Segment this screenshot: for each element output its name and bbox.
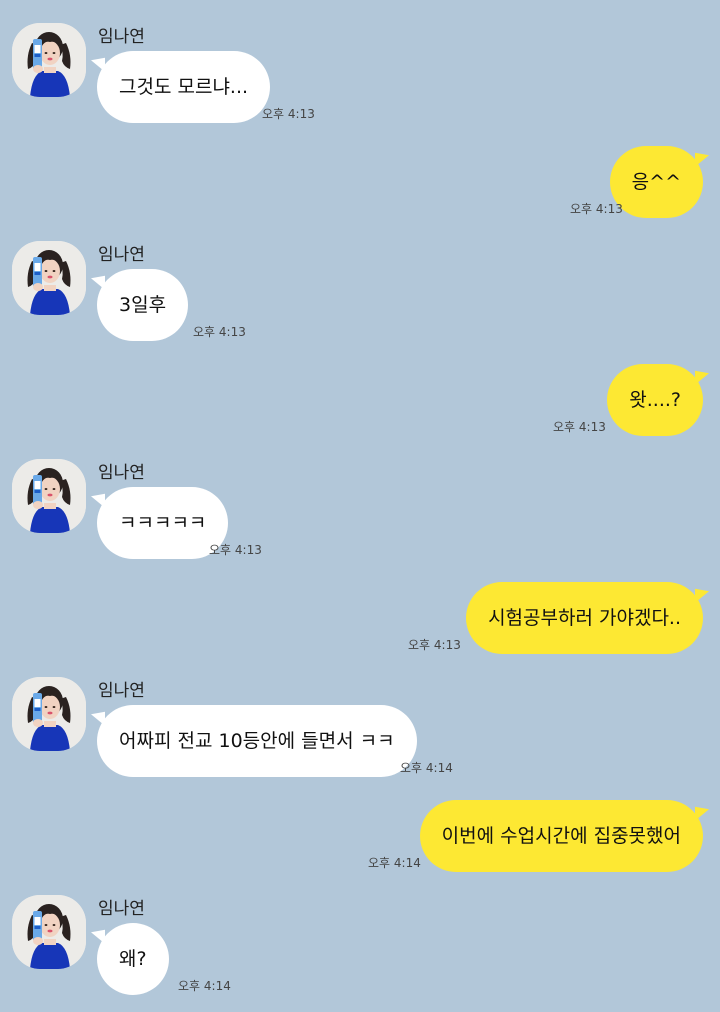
message-text: 이번에 수업시간에 집중못했어 — [441, 825, 681, 847]
contact-avatar[interactable] — [12, 241, 86, 315]
message-time: 오후 4:13 — [553, 420, 606, 434]
message-bubble-outgoing[interactable]: 응^^ — [609, 146, 703, 218]
message-bubble-incoming[interactable]: 그것도 모르냐... — [97, 51, 271, 123]
message-text: 응^^ — [631, 171, 681, 193]
message-bubble-incoming[interactable]: 3일후 — [97, 269, 189, 341]
contact-name: 임나연 — [98, 681, 145, 701]
message-text: 3일후 — [119, 294, 167, 316]
message-text: 왜? — [119, 948, 147, 970]
message-time: 오후 4:13 — [262, 107, 315, 121]
message-bubble-outgoing[interactable]: 왓....? — [607, 364, 703, 436]
message-time: 오후 4:13 — [408, 638, 461, 652]
contact-avatar[interactable] — [12, 23, 86, 97]
message-text: ㅋㅋㅋㅋㅋ — [119, 512, 207, 534]
message-time: 오후 4:13 — [570, 202, 623, 216]
message-time: 오후 4:13 — [209, 543, 262, 557]
contact-avatar[interactable] — [12, 459, 86, 533]
contact-name: 임나연 — [98, 899, 145, 919]
message-time: 오후 4:13 — [193, 325, 246, 339]
message-time: 오후 4:14 — [400, 761, 453, 775]
message-text: 왓....? — [629, 389, 681, 411]
contact-name: 임나연 — [98, 27, 145, 47]
message-text: 시험공부하러 가야겠다.. — [488, 607, 681, 629]
message-bubble-incoming[interactable]: 왜? — [97, 923, 169, 995]
contact-avatar[interactable] — [12, 895, 86, 969]
contact-avatar[interactable] — [12, 677, 86, 751]
message-time: 오후 4:14 — [178, 979, 231, 993]
message-text: 어짜피 전교 10등안에 들면서 ㅋㅋ — [119, 730, 395, 752]
message-text: 그것도 모르냐... — [119, 76, 249, 98]
message-bubble-outgoing[interactable]: 이번에 수업시간에 집중못했어 — [419, 800, 703, 872]
contact-name: 임나연 — [98, 245, 145, 265]
message-time: 오후 4:14 — [368, 856, 421, 870]
message-bubble-incoming[interactable]: 어짜피 전교 10등안에 들면서 ㅋㅋ — [97, 705, 417, 777]
message-bubble-outgoing[interactable]: 시험공부하러 가야겠다.. — [466, 582, 703, 654]
contact-name: 임나연 — [98, 463, 145, 483]
